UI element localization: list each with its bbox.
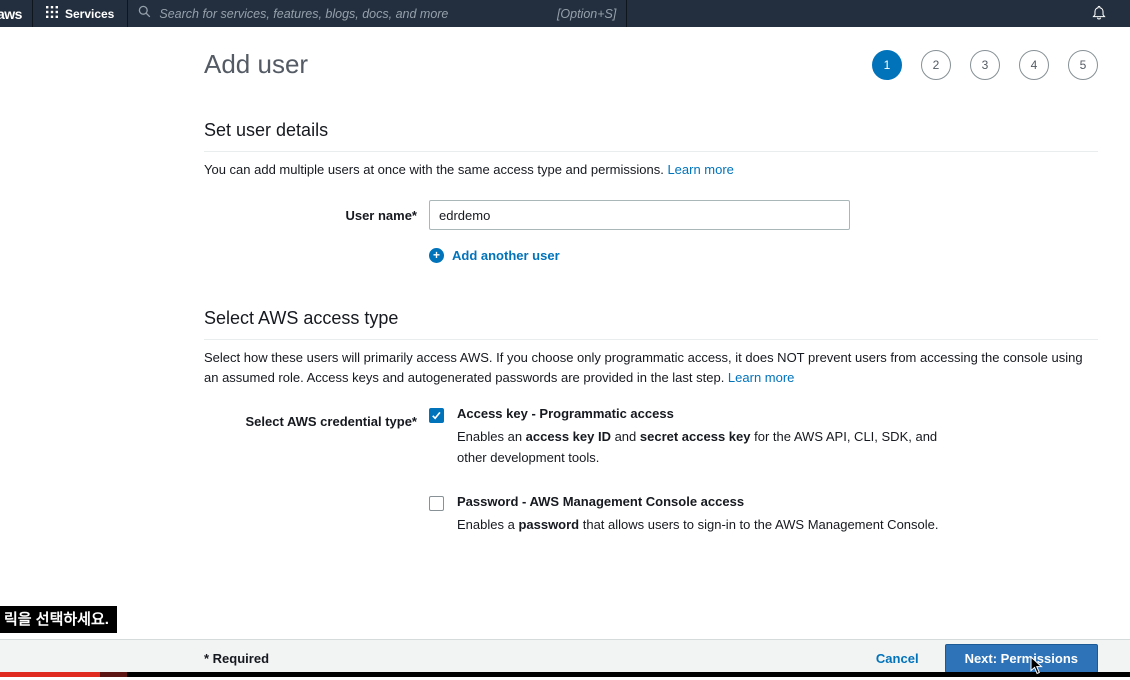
- credential-options: Access key - Programmatic access Enables…: [429, 406, 957, 534]
- aws-logo-text: aws: [0, 5, 22, 22]
- access-key-option-title: Access key - Programmatic access: [457, 406, 674, 422]
- username-input[interactable]: [429, 200, 850, 231]
- access-type-intro: Select how these users will primarily ac…: [204, 348, 1098, 388]
- cancel-button[interactable]: Cancel: [876, 651, 919, 666]
- aws-logo[interactable]: aws: [0, 0, 32, 27]
- page-header: Add user 1 2 3 4 5: [204, 49, 1098, 80]
- user-details-intro: You can add multiple users at once with …: [204, 160, 1098, 180]
- required-note: * Required: [204, 651, 270, 666]
- desc-bold: secret access key: [639, 429, 751, 445]
- password-option-title: Password - AWS Management Console access: [457, 493, 745, 509]
- step-circle-2: 2: [921, 49, 951, 80]
- access-type-learn-more-link[interactable]: Learn more: [728, 370, 794, 385]
- password-checkbox[interactable]: [429, 495, 444, 511]
- add-user-wizard: Add user 1 2 3 4 5 Set user details You …: [204, 27, 1098, 535]
- video-progress-bar[interactable]: [0, 672, 1130, 677]
- plus-circle-icon: +: [429, 248, 444, 264]
- desc-text: and: [610, 429, 640, 445]
- access-key-option: Access key - Programmatic access Enables…: [429, 406, 957, 467]
- desc-text: Enables an: [457, 429, 526, 445]
- access-type-heading: Select AWS access type: [204, 308, 1098, 341]
- add-another-user-row: + Add another user: [429, 246, 1098, 264]
- access-key-option-description: Enables an access key ID and secret acce…: [457, 427, 957, 467]
- credential-type-row: Select AWS credential type* Access key -…: [204, 406, 1098, 534]
- global-search-box[interactable]: [Option+S]: [127, 0, 628, 27]
- services-menu-button[interactable]: Services: [33, 0, 127, 27]
- password-option-content: Password - AWS Management Console access…: [457, 494, 939, 535]
- search-input[interactable]: [159, 6, 549, 21]
- subtitle-overlay: 릭을 선택하세요.: [0, 606, 117, 633]
- footer-actions: Cancel Next: Permissions: [876, 644, 1098, 673]
- add-another-user-link[interactable]: + Add another user: [429, 248, 560, 264]
- search-shortcut-hint: [Option+S]: [556, 6, 617, 21]
- video-progress-buffer: [100, 672, 127, 677]
- nav-right-section: [1092, 0, 1130, 27]
- user-details-learn-more-link[interactable]: Learn more: [667, 162, 733, 177]
- top-navigation-bar: aws Services [Option+S]: [0, 0, 1130, 27]
- search-icon: [138, 5, 151, 23]
- access-key-option-content: Access key - Programmatic access Enables…: [457, 406, 957, 467]
- access-type-intro-text: Select how these users will primarily ac…: [204, 350, 1083, 386]
- step-circle-4: 4: [1019, 49, 1049, 80]
- username-form-row: User name*: [204, 200, 1098, 231]
- step-circle-1: 1: [872, 49, 902, 80]
- notifications-button[interactable]: [1092, 5, 1106, 23]
- user-details-heading: Set user details: [204, 120, 1098, 152]
- desc-bold: password: [518, 516, 580, 532]
- desc-bold: access key ID: [525, 429, 611, 445]
- apps-grid-icon: [45, 6, 58, 21]
- password-option-description: Enables a password that allows users to …: [457, 515, 939, 535]
- video-progress-played: [0, 672, 100, 677]
- desc-text: that allows users to sign-in to the AWS …: [579, 516, 939, 532]
- username-label: User name*: [345, 208, 417, 224]
- page-title: Add user: [204, 49, 309, 79]
- services-label: Services: [64, 6, 115, 21]
- add-another-user-label: Add another user: [452, 248, 560, 264]
- credential-type-label: Select AWS credential type*: [245, 414, 417, 430]
- password-option: Password - AWS Management Console access…: [429, 494, 957, 535]
- user-details-intro-text: You can add multiple users at once with …: [204, 162, 668, 177]
- access-key-checkbox[interactable]: [429, 408, 444, 424]
- wizard-step-indicator: 1 2 3 4 5: [872, 49, 1098, 80]
- next-permissions-button[interactable]: Next: Permissions: [944, 644, 1098, 673]
- bell-icon: [1092, 5, 1106, 23]
- desc-text: Enables a: [457, 516, 519, 532]
- step-circle-3: 3: [970, 49, 1000, 80]
- step-circle-5: 5: [1068, 49, 1098, 80]
